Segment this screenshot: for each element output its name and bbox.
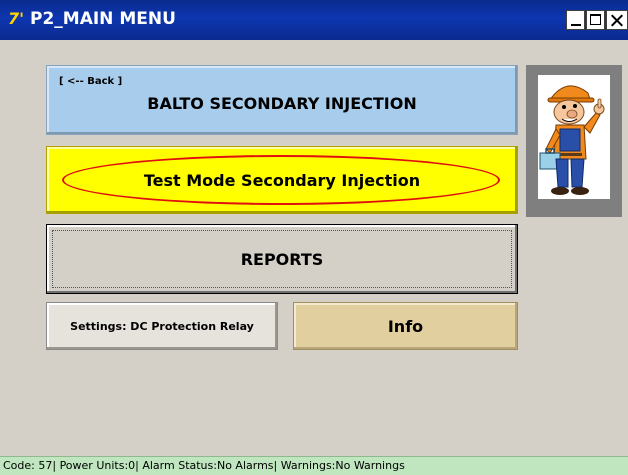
close-button[interactable] [606,10,628,30]
info-button-label: Info [387,317,424,336]
test-mode-secondary-injection-button[interactable]: Test Mode Secondary Injection [46,146,518,214]
status-bar: Code: 57| Power Units:0| Alarm Status:No… [0,456,628,475]
back-label: [ <-- Back ] [59,76,123,87]
mascot-panel [526,65,622,217]
worker-mascot-icon [538,75,610,199]
balto-button-label: BALTO SECONDARY INJECTION [147,94,417,113]
title-bar: 7' P2_MAIN MENU [0,0,628,40]
reports-button-label: REPORTS [240,250,324,269]
reports-button[interactable]: REPORTS [46,224,518,294]
window-title: P2_MAIN MENU [30,9,176,29]
settings-dc-protection-relay-button[interactable]: Settings: DC Protection Relay [46,302,278,350]
test-mode-button-label: Test Mode Secondary Injection [143,171,421,190]
maximize-button[interactable] [586,10,605,30]
app-icon: 7' [8,9,25,28]
minimize-button[interactable] [566,10,585,30]
settings-button-label: Settings: DC Protection Relay [70,320,254,333]
info-button[interactable]: Info [293,302,518,350]
balto-secondary-injection-button[interactable]: [ <-- Back ] BALTO SECONDARY INJECTION [46,65,518,135]
